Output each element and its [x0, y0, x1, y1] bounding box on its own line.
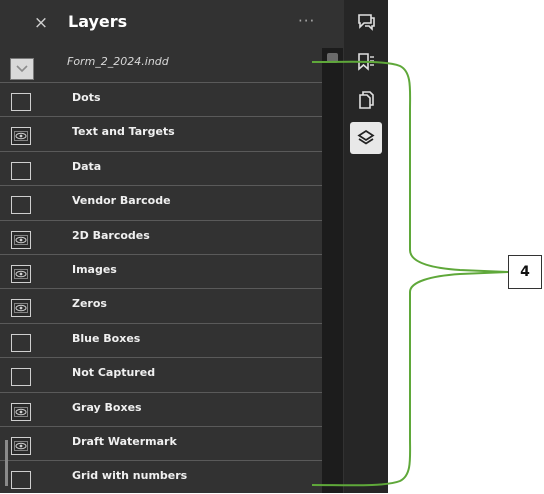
callout-label: 4 [508, 255, 542, 289]
callout-bracket [311, 60, 509, 487]
